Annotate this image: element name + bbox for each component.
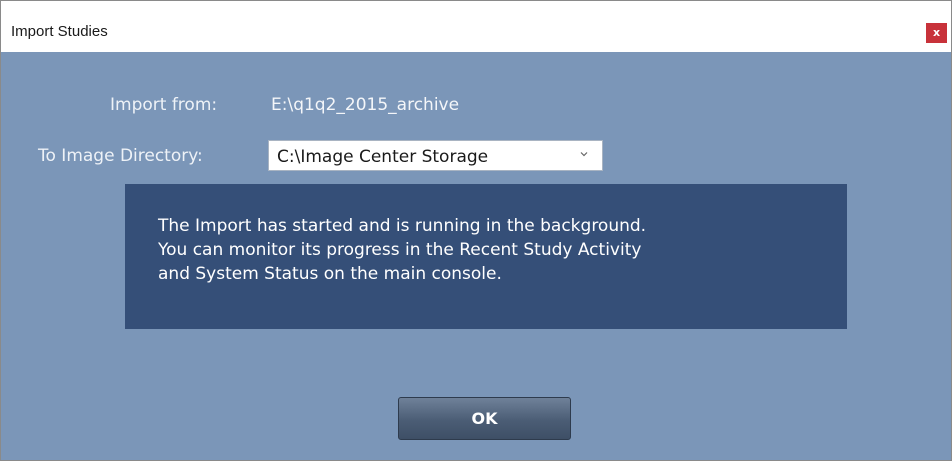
dialog-title: Import Studies: [11, 23, 108, 40]
message-line: and System Status on the main console.: [158, 264, 502, 284]
title-bar: Import Studies x: [1, 1, 951, 52]
message-line: The Import has started and is running in…: [158, 216, 647, 236]
import-studies-dialog: Import Studies x Import from: E:\q1q2_20…: [0, 0, 952, 461]
close-icon: x: [932, 26, 941, 39]
import-from-label: Import from:: [110, 95, 218, 115]
image-directory-selected-value: C:\Image Center Storage: [277, 147, 489, 167]
message-line: You can monitor its progress in the Rece…: [158, 240, 642, 260]
image-directory-select[interactable]: C:\Image Center Storage: [268, 140, 603, 171]
ok-button[interactable]: OK: [398, 397, 571, 440]
chevron-down-icon: [580, 152, 588, 157]
import-from-value: E:\q1q2_2015_archive: [271, 95, 460, 115]
status-message-panel: The Import has started and is running in…: [125, 184, 847, 329]
image-directory-label: To Image Directory:: [38, 146, 203, 166]
dialog-body: Import from: E:\q1q2_2015_archive To Ima…: [9, 52, 943, 452]
close-button[interactable]: x: [926, 23, 947, 43]
